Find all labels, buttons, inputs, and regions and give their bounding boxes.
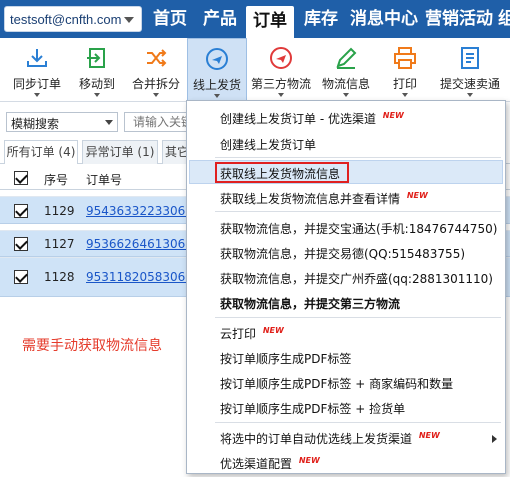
chevron-down-icon — [214, 94, 220, 98]
menu-item-create-preferred[interactable]: 创建线上发货订单 - 优选渠道 NEW — [220, 110, 404, 127]
menu-item-submit-third-party[interactable]: 获取物流信息，并提交第三方物流 — [220, 295, 400, 312]
chevron-down-icon — [343, 93, 349, 97]
nav-more[interactable]: 组 — [498, 0, 510, 38]
new-badge: NEW — [382, 111, 404, 120]
row-checkbox[interactable] — [14, 270, 28, 284]
sync-orders-button[interactable]: 同步订单 — [6, 38, 68, 101]
menu-item-auto-preferred-channel[interactable]: 将选中的订单自动优选线上发货渠道 NEW — [220, 430, 440, 447]
nav-home[interactable]: 首页 — [146, 0, 194, 38]
nav-messages[interactable]: 消息中心 — [348, 0, 420, 38]
new-badge: NEW — [262, 326, 284, 335]
nav-inventory[interactable]: 库存 — [297, 0, 345, 38]
menu-separator — [215, 422, 501, 423]
third-party-logistics-label: 第三方物流 — [250, 77, 311, 91]
document-icon — [461, 47, 479, 69]
menu-item-pdf-label[interactable]: 按订单顺序生成PDF标签 — [220, 350, 351, 367]
row-seq: 1129 — [44, 204, 75, 218]
third-party-logistics-button[interactable]: 第三方物流 — [248, 38, 314, 101]
select-all-checkbox[interactable] — [14, 171, 28, 185]
menu-item-label: 创建线上发货订单 - 优选渠道 — [220, 112, 376, 126]
menu-item-pdf-label-sku[interactable]: 按订单顺序生成PDF标签 + 商家编码和数量 — [220, 375, 453, 392]
account-email: testsoft@cnfth.com — [10, 12, 122, 27]
chevron-down-icon — [467, 93, 473, 97]
submit-aliexpress-button[interactable]: 提交速卖通 — [434, 38, 506, 101]
menu-item-submit-yide[interactable]: 获取物流信息，并提交易德(QQ:515483755) — [220, 245, 465, 262]
logistics-info-label: 物流信息 — [321, 77, 370, 91]
menu-item-create-order[interactable]: 创建线上发货订单 — [220, 136, 316, 153]
search-mode-select[interactable]: 模糊搜索 — [6, 112, 118, 132]
online-ship-button[interactable]: 线上发货 — [187, 38, 247, 101]
row-seq: 1127 — [44, 237, 75, 251]
printer-icon — [394, 47, 416, 69]
col-seq-header: 序号 — [44, 173, 69, 187]
nav-products[interactable]: 产品 — [196, 0, 244, 38]
row-checkbox[interactable] — [14, 237, 28, 251]
move-to-icon — [87, 48, 105, 68]
menu-separator — [215, 157, 501, 158]
menu-item-label: 获取线上发货物流信息并查看详情 — [220, 192, 401, 206]
logistics-info-button[interactable]: 物流信息 — [316, 38, 376, 101]
order-number-link[interactable]: 95436332233062 — [86, 204, 193, 218]
menu-item-get-logistics[interactable]: 获取线上发货物流信息 — [220, 165, 340, 182]
menu-separator — [215, 317, 501, 318]
merge-split-label: 合并拆分 — [131, 77, 180, 91]
menu-item-label: 云打印 — [220, 327, 257, 341]
top-nav-bar: testsoft@cnfth.com 首页 产品 订单 库存 消息中心 营销活动… — [0, 0, 510, 38]
submenu-arrow-icon — [492, 435, 497, 443]
menu-item-submit-qiaosheng[interactable]: 获取物流信息，并提交广州乔盛(qq:2881301110) — [220, 270, 493, 287]
new-badge: NEW — [406, 191, 428, 200]
submit-aliexpress-label: 提交速卖通 — [439, 77, 500, 91]
menu-item-label: 优选渠道配置 — [220, 457, 293, 471]
shuffle-icon — [147, 49, 167, 67]
menu-item-pdf-label-picklist[interactable]: 按订单顺序生成PDF标签 + 捡货单 — [220, 400, 405, 417]
order-number-link[interactable]: 95366264613062 — [86, 237, 193, 251]
print-label: 打印 — [392, 77, 417, 91]
menu-separator — [215, 211, 501, 212]
nav-marketing[interactable]: 营销活动 — [423, 0, 495, 38]
print-button[interactable]: 打印 — [378, 38, 432, 101]
chevron-down-icon — [402, 93, 408, 97]
menu-item-channel-config[interactable]: 优选渠道配置 NEW — [220, 455, 320, 472]
row-checkbox[interactable] — [14, 204, 28, 218]
col-order-header: 订单号 — [86, 173, 123, 187]
chevron-down-icon — [278, 93, 284, 97]
menu-item-submit-baotongda[interactable]: 获取物流信息，并提交宝通达(手机:18476744750) — [220, 220, 497, 237]
chevron-down-icon — [94, 93, 100, 97]
chevron-down-icon — [34, 93, 40, 97]
search-mode-value: 模糊搜索 — [11, 117, 60, 131]
nav-orders[interactable]: 订单 — [246, 6, 294, 38]
download-icon — [27, 49, 47, 67]
toolbar: 同步订单 移动到 合并拆分 线上发货 第三方物流 物流信息 打印 提交速卖通 — [0, 38, 510, 102]
new-badge: NEW — [298, 456, 320, 465]
sync-orders-label: 同步订单 — [12, 77, 61, 91]
edit-pencil-icon — [336, 47, 357, 69]
move-to-label: 移动到 — [78, 77, 115, 91]
menu-item-cloud-print[interactable]: 云打印 NEW — [220, 325, 284, 342]
third-party-plane-icon — [270, 47, 292, 69]
annotation-note: 需要手动获取物流信息 — [22, 338, 162, 354]
order-number-link[interactable]: 95311820583062 — [86, 270, 193, 284]
row-seq: 1128 — [44, 270, 75, 284]
menu-item-get-logistics-details[interactable]: 获取线上发货物流信息并查看详情 NEW — [220, 190, 428, 207]
chevron-down-icon — [153, 93, 159, 97]
new-badge: NEW — [418, 431, 440, 440]
tab-abnormal-orders[interactable]: 异常订单 (1) — [82, 140, 158, 164]
online-ship-dropdown-menu: 创建线上发货订单 - 优选渠道 NEW 创建线上发货订单 获取线上发货物流信息 … — [186, 100, 506, 474]
merge-split-button[interactable]: 合并拆分 — [126, 38, 186, 101]
menu-item-label: 将选中的订单自动优选线上发货渠道 — [220, 432, 413, 446]
search-input[interactable] — [124, 112, 194, 132]
airplane-icon — [206, 48, 228, 70]
chevron-down-icon — [105, 120, 113, 125]
tab-all-orders[interactable]: 所有订单 (4) — [4, 140, 78, 164]
move-to-button[interactable]: 移动到 — [68, 38, 126, 101]
account-switcher[interactable]: testsoft@cnfth.com — [4, 6, 142, 32]
chevron-down-icon — [124, 17, 134, 23]
online-ship-label: 线上发货 — [192, 78, 241, 92]
